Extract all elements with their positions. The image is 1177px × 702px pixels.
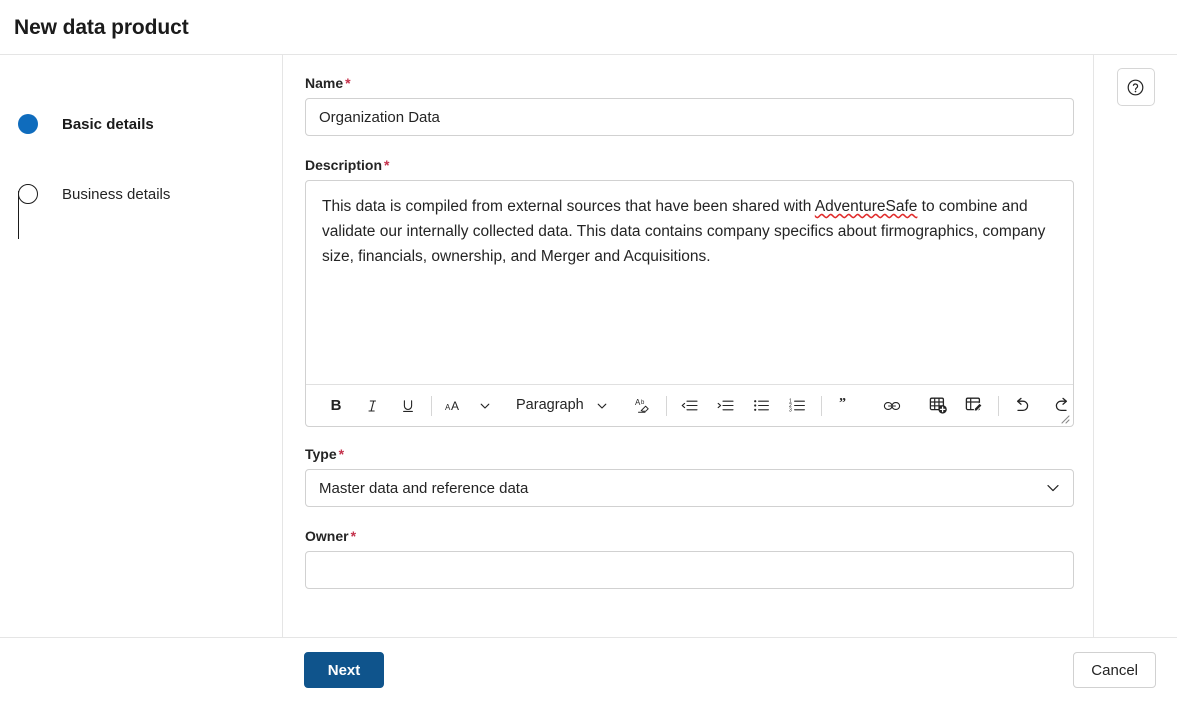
insert-table-icon[interactable] — [925, 392, 953, 420]
stepper-item-business-details[interactable]: Business details — [14, 181, 282, 207]
bulleted-list-icon[interactable] — [748, 392, 776, 420]
numbered-list-icon[interactable]: 1 2 3 — [784, 392, 812, 420]
owner-required-marker: * — [350, 528, 357, 544]
bold-glyph: B — [330, 397, 342, 414]
svg-text:A: A — [451, 399, 459, 413]
clear-formatting-icon[interactable]: A b — [629, 392, 657, 420]
next-button[interactable]: Next — [304, 652, 384, 688]
description-rich-text-editor: This data is compiled from external sour… — [305, 180, 1074, 427]
paragraph-chevron-down-icon[interactable] — [588, 392, 616, 420]
field-type: Type * Master data and reference data — [305, 446, 1074, 507]
cancel-button[interactable]: Cancel — [1073, 652, 1156, 688]
step-bullet-active-icon — [18, 114, 38, 134]
field-name: Name * — [305, 75, 1074, 136]
description-misspelled-word: AdventureSafe — [814, 198, 918, 215]
link-icon[interactable] — [878, 392, 906, 420]
italic-icon[interactable] — [358, 392, 386, 420]
description-editor-content[interactable]: This data is compiled from external sour… — [306, 181, 1073, 384]
type-required-marker: * — [338, 446, 345, 462]
toolbar-separator-4 — [997, 395, 999, 416]
description-required-marker: * — [384, 157, 390, 173]
name-required-marker: * — [345, 75, 351, 91]
dialog-header: New data product — [0, 0, 1177, 55]
paragraph-label: Paragraph — [516, 397, 584, 414]
wizard-stepper: Basic details Business details — [0, 55, 283, 637]
svg-text:3: 3 — [789, 407, 792, 413]
field-description: Description * This data is compiled from … — [305, 157, 1074, 427]
edit-table-icon[interactable] — [961, 392, 989, 420]
svg-text:b: b — [641, 400, 645, 406]
field-owner: Owner * — [305, 528, 1074, 589]
rich-text-toolbar: B A A Paragraph A b 1 2 3 ” — [306, 384, 1073, 426]
form-scroll-area[interactable]: Name* Description* This data is compiled… — [283, 55, 1093, 637]
form-column: Name* Description* This data is compiled… — [283, 55, 1177, 637]
owner-label: Owner — [305, 528, 349, 544]
decrease-indent-icon[interactable] — [676, 392, 704, 420]
font-size-chevron-down-icon[interactable] — [471, 392, 499, 420]
new-data-product-dialog: New data product Basic details Business … — [0, 0, 1177, 702]
underline-icon[interactable] — [394, 392, 422, 420]
dialog-footer: Next Cancel — [0, 637, 1177, 702]
help-question-icon[interactable] — [1116, 68, 1155, 106]
paragraph-style-dropdown[interactable]: Paragraph — [512, 392, 588, 420]
stepper-label-basic-details: Basic details — [62, 115, 154, 133]
bold-icon[interactable]: B — [322, 392, 350, 420]
toolbar-separator-1 — [431, 395, 432, 416]
stepper-label-business-details: Business details — [62, 185, 171, 203]
redo-icon[interactable] — [1049, 392, 1077, 420]
increase-indent-icon[interactable] — [712, 392, 740, 420]
undo-icon[interactable] — [1008, 392, 1036, 420]
description-label: Description — [305, 157, 383, 173]
description-text-part1: This data is compiled from external sour… — [322, 198, 815, 215]
step-bullet-pending-icon — [18, 184, 38, 204]
svg-text:”: ” — [839, 398, 846, 411]
toolbar-separator-3 — [820, 395, 822, 416]
type-select[interactable]: Master data and reference data — [305, 469, 1074, 507]
dialog-body: Basic details Business details Name * Or… — [0, 55, 1177, 637]
type-label: Type — [305, 446, 337, 462]
font-size-icon[interactable]: A A — [441, 392, 471, 420]
page-title: New data product — [14, 15, 189, 39]
quote-icon[interactable]: ” — [831, 392, 859, 420]
toolbar-separator-2 — [665, 395, 667, 416]
name-input[interactable] — [305, 98, 1074, 136]
stepper-item-basic-details[interactable]: Basic details — [14, 111, 282, 137]
name-label: Name — [305, 75, 344, 91]
type-selected-value: Master data and reference data — [319, 479, 529, 497]
owner-input[interactable] — [305, 551, 1074, 589]
help-rail — [1093, 55, 1177, 637]
